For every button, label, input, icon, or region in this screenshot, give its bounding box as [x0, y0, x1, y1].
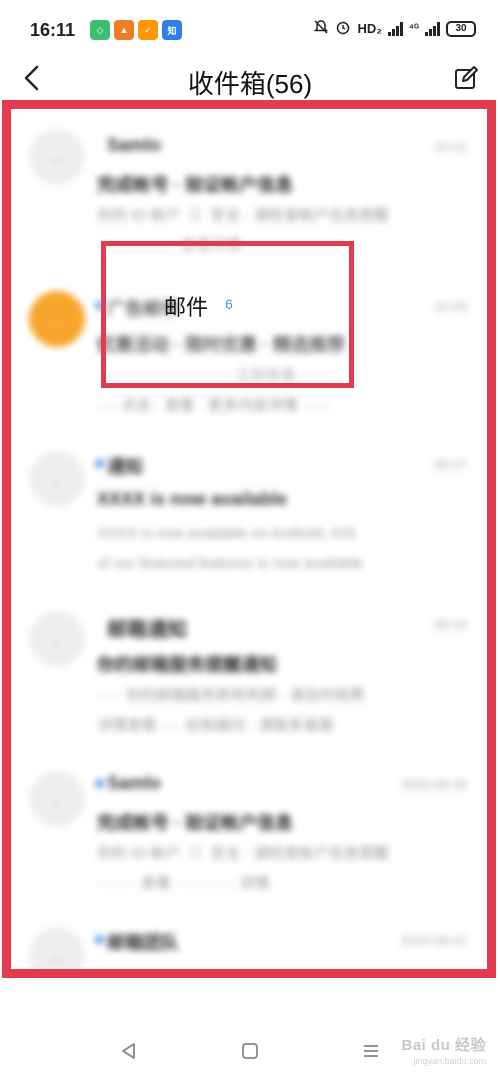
notification-app-icons: ◇ ▲ ✓ 知 — [90, 20, 182, 40]
mail-date: 09-19 — [433, 617, 467, 632]
mail-preview: 你的 ID 帐户（）安全 · 请检查帐户信息提醒 — [97, 845, 389, 862]
battery-level: 30 — [455, 23, 467, 34]
shop-app-icon: ✓ — [138, 20, 158, 40]
battery-icon: 30 — [446, 20, 476, 37]
mail-sender: 通知 — [107, 457, 143, 477]
mail-subject: 完成帐号 · 验证帐户信息 — [97, 813, 293, 833]
watermark-logo: Bai du 经验 — [401, 1037, 486, 1054]
mail-date: 10-09 — [433, 299, 467, 314]
page-title: 收件箱(56) — [187, 69, 313, 99]
nav-menu-button[interactable] — [356, 1038, 386, 1068]
mail-item[interactable]: ... Samlo 2020-08-28 完成帐号 · 验证帐户信息 你的 ID… — [11, 749, 487, 909]
signal-strength-icon-2 — [425, 21, 440, 36]
avatar: ... — [29, 771, 85, 827]
highlight-box — [101, 241, 354, 388]
mute-bell-icon — [313, 19, 329, 38]
orange-app-icon: ▲ — [114, 20, 134, 40]
mail-sender: 邮箱通知 — [107, 619, 187, 641]
mail-sender: 邮箱团队 — [107, 933, 179, 953]
unread-dot — [95, 459, 104, 468]
mail-preview: ···· 点击 · 查看 · 更多内容详情 ······ — [97, 397, 332, 414]
status-indicators: HD₂ ⁴ᴳ 30 — [313, 19, 476, 38]
back-triangle-icon — [119, 1041, 139, 1066]
mail-list-frame: ... Samlo 10-21 完成帐号 · 验证帐户信息 你的 ID 帐户（）… — [2, 100, 496, 978]
mail-preview: of our featured features is now availabl… — [97, 555, 363, 572]
mail-sender: Samlo — [107, 135, 162, 155]
mail-preview: 详情查看 ···· 如有疑问 · 请联系客服 — [97, 717, 334, 734]
status-time: 16:11 — [30, 20, 76, 40]
avatar: ... — [29, 611, 85, 667]
mail-preview: ····· 你的邮箱服务即将到期 · 请及时续费 — [97, 687, 365, 704]
mail-date: 2020-08-28 — [400, 777, 468, 792]
hd-label: HD₂ — [357, 21, 383, 36]
mail-list: ... Samlo 10-21 完成帐号 · 验证帐户信息 你的 ID 帐户（）… — [11, 109, 487, 969]
signal-strength-icon — [388, 21, 404, 36]
watermark-url: jingyan.baidu.com — [413, 1056, 486, 1066]
mail-date: 10-21 — [433, 139, 467, 154]
alarm-clock-icon — [335, 19, 351, 38]
avatar: ... — [29, 291, 85, 347]
app-header: 收件箱(56) — [0, 56, 500, 102]
avatar: ... — [29, 927, 85, 969]
unread-dot — [95, 935, 104, 944]
mail-preview: 你的 ID 帐户（）安全 · 请检查帐户信息提醒 — [97, 207, 389, 224]
mail-preview: ········ 查看 ············ 详情 — [97, 875, 270, 892]
highlight-label: 邮件 — [164, 295, 209, 320]
avatar: ... — [29, 129, 85, 185]
mail-preview: XXXX is now available on Android, iOS — [97, 525, 357, 542]
highlight-count: 6 — [225, 296, 233, 312]
home-square-icon — [240, 1041, 260, 1066]
mail-subject: XXXX is now available — [97, 489, 288, 509]
network-type-label: ⁴ᴳ — [409, 23, 419, 34]
mail-sender: Samlo — [107, 773, 162, 793]
menu-lines-icon — [361, 1041, 381, 1066]
avatar: ... — [29, 451, 85, 507]
nav-back-button[interactable] — [114, 1038, 144, 1068]
edit-pencil-icon — [453, 65, 479, 96]
nav-home-button[interactable] — [235, 1038, 265, 1068]
mail-subject: 你的邮箱服务提醒通知 — [97, 655, 277, 675]
mail-item[interactable]: ... 通知 09-27 XXXX is now available XXXX … — [11, 429, 487, 589]
compose-button[interactable] — [450, 64, 482, 96]
green-app-icon: ◇ — [90, 20, 110, 40]
unread-dot — [95, 779, 104, 788]
blue-app-icon: 知 — [162, 20, 182, 40]
mail-item[interactable]: ... 邮箱通知 09-19 你的邮箱服务提醒通知 ····· 你的邮箱服务即将… — [11, 589, 487, 749]
mail-subject: 完成帐号 · 验证帐户信息 — [97, 175, 293, 195]
mail-date: 09-27 — [433, 457, 467, 472]
mail-date: 2020-08-01 — [400, 933, 468, 948]
status-bar: 16:11 ◇ ▲ ✓ 知 HD₂ ⁴ᴳ 30 — [0, 0, 500, 56]
mail-item[interactable]: ... 邮箱团队 2020-08-01 — [11, 909, 487, 969]
